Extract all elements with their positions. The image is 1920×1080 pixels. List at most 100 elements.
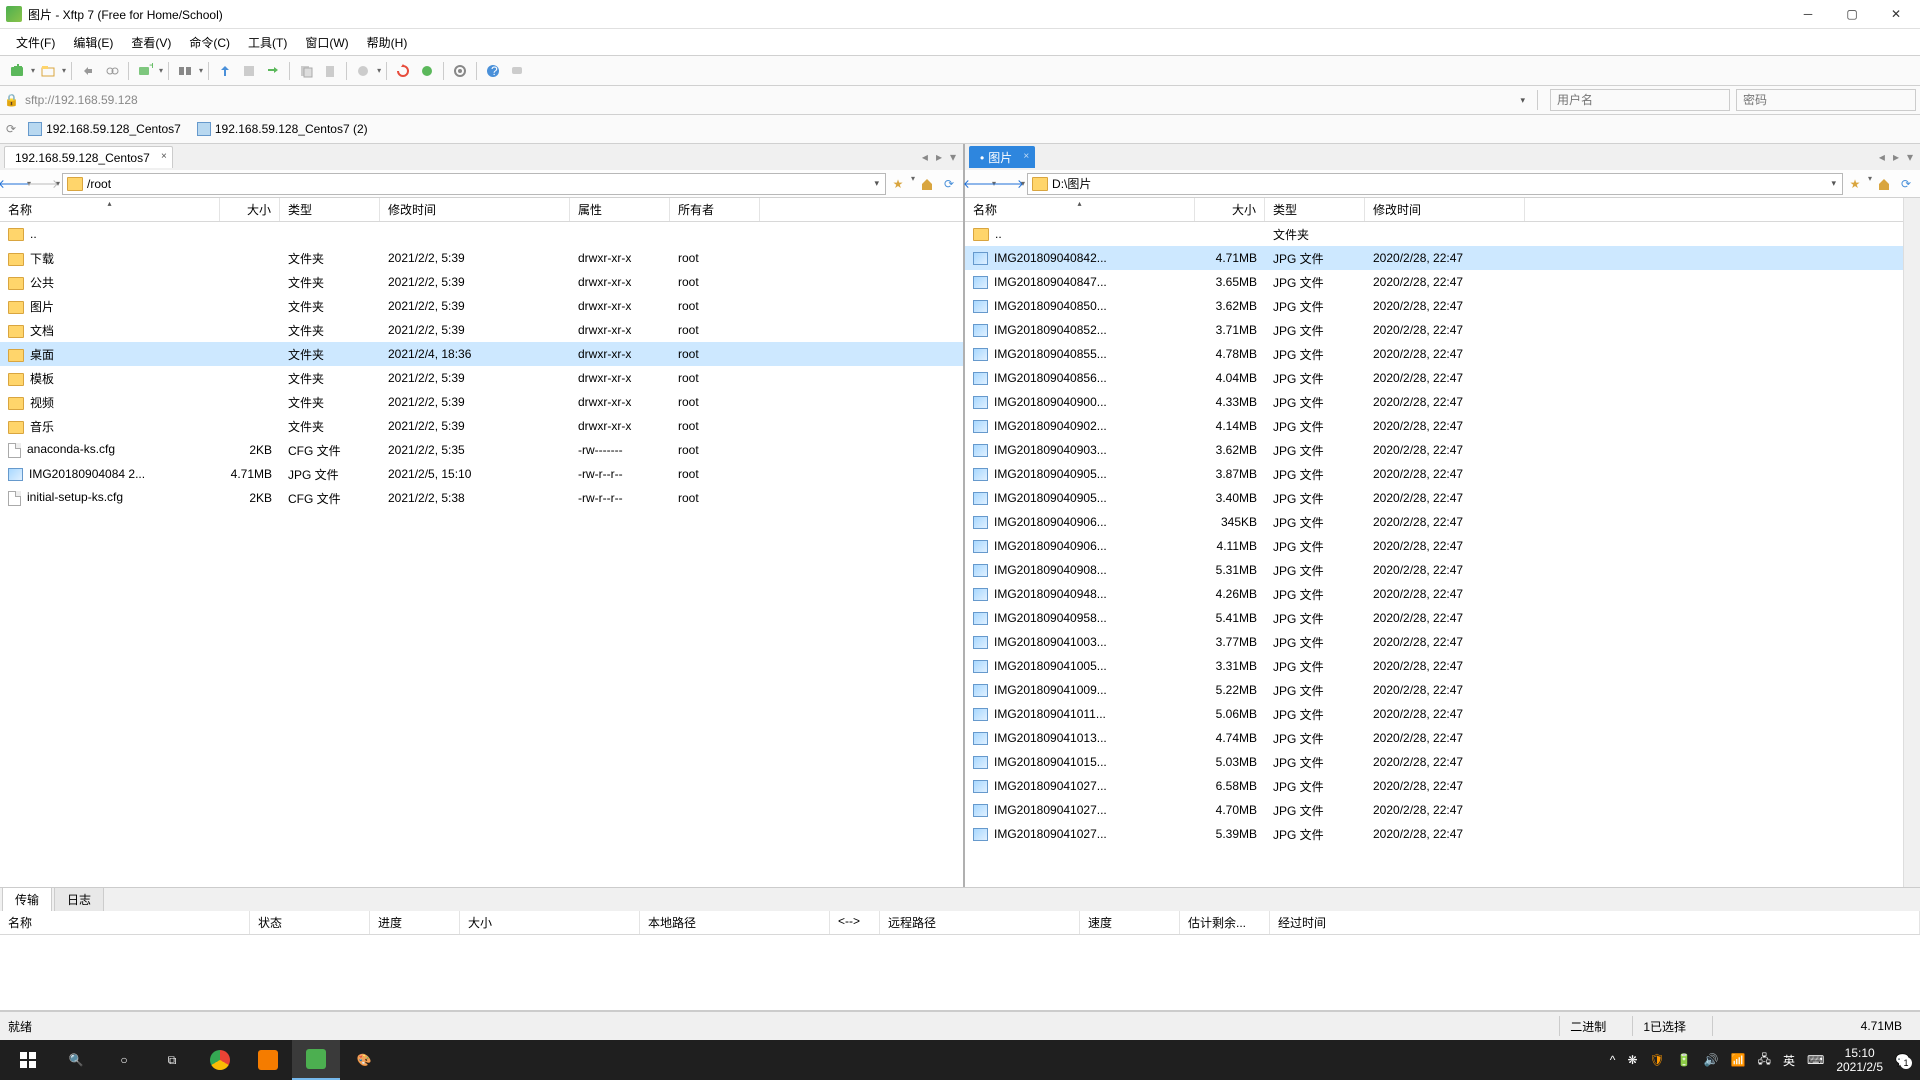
username-input[interactable] xyxy=(1550,89,1730,111)
tcol-local[interactable]: 本地路径 xyxy=(640,911,830,934)
tray-wifi-icon[interactable]: 📶 xyxy=(1731,1053,1746,1067)
file-row[interactable]: IMG201809040852...3.71MBJPG 文件2020/2/28,… xyxy=(965,318,1903,342)
pane-tab[interactable]: 192.168.59.128_Centos7 × xyxy=(4,146,173,168)
sync-button[interactable] xyxy=(262,60,284,82)
file-row[interactable]: ..文件夹 xyxy=(965,222,1903,246)
file-row[interactable]: IMG201809040908...5.31MBJPG 文件2020/2/28,… xyxy=(965,558,1903,582)
col-owner[interactable]: 所有者 xyxy=(670,198,760,221)
col-mtime[interactable]: 修改时间 xyxy=(380,198,570,221)
file-row[interactable]: IMG201809040906...4.11MBJPG 文件2020/2/28,… xyxy=(965,534,1903,558)
tcol-name[interactable]: 名称 xyxy=(0,911,250,934)
tab-menu-icon[interactable]: ▾ xyxy=(947,150,959,164)
tray-network-icon[interactable]: 🖧 xyxy=(1758,1050,1771,1071)
file-row[interactable]: IMG201809040856...4.04MBJPG 文件2020/2/28,… xyxy=(965,366,1903,390)
tab-log[interactable]: 日志 xyxy=(54,887,104,911)
file-row[interactable]: IMG201809040906...345KBJPG 文件2020/2/28, … xyxy=(965,510,1903,534)
app-other[interactable]: 🎨 xyxy=(340,1040,388,1080)
dropdown-icon[interactable]: ▾ xyxy=(199,66,203,75)
file-row[interactable]: IMG201809040905...3.87MBJPG 文件2020/2/28,… xyxy=(965,462,1903,486)
tab-prev-icon[interactable]: ◂ xyxy=(919,150,931,164)
bookmark-button[interactable]: ★ xyxy=(888,174,908,194)
menu-edit[interactable]: 编辑(E) xyxy=(65,31,121,54)
home-button[interactable] xyxy=(1874,174,1894,194)
app-vm[interactable] xyxy=(244,1040,292,1080)
tcol-progress[interactable]: 进度 xyxy=(370,911,460,934)
path-dropdown-icon[interactable]: ▾ xyxy=(1829,178,1838,189)
pane-tab[interactable]: 图片 × xyxy=(969,146,1035,168)
tcol-arrow[interactable]: <--> xyxy=(830,911,880,934)
file-row[interactable]: IMG201809041011...5.06MBJPG 文件2020/2/28,… xyxy=(965,702,1903,726)
settings-button[interactable] xyxy=(449,60,471,82)
col-mtime[interactable]: 修改时间 xyxy=(1365,198,1525,221)
menu-file[interactable]: 文件(F) xyxy=(8,31,63,54)
col-size[interactable]: 大小 xyxy=(1195,198,1265,221)
app-chrome[interactable] xyxy=(196,1040,244,1080)
refresh-green-button[interactable] xyxy=(416,60,438,82)
file-row[interactable]: IMG201809040850...3.62MBJPG 文件2020/2/28,… xyxy=(965,294,1903,318)
paste-button[interactable] xyxy=(319,60,341,82)
disconnect-button[interactable] xyxy=(101,60,123,82)
tab-menu-icon[interactable]: ▾ xyxy=(1904,150,1916,164)
tray-app-icon[interactable]: ❋ xyxy=(1627,1053,1637,1067)
tcol-size[interactable]: 大小 xyxy=(460,911,640,934)
start-button[interactable] xyxy=(4,1040,52,1080)
refresh-red-button[interactable] xyxy=(392,60,414,82)
search-button[interactable]: 🔍 xyxy=(52,1040,100,1080)
file-row[interactable]: anaconda-ks.cfg2KBCFG 文件2021/2/2, 5:35-r… xyxy=(0,438,963,462)
file-row[interactable]: IMG201809040905...3.40MBJPG 文件2020/2/28,… xyxy=(965,486,1903,510)
upload-button[interactable] xyxy=(214,60,236,82)
minimize-button[interactable]: ─ xyxy=(1800,6,1816,22)
col-name[interactable]: 名称▴ xyxy=(0,198,220,221)
forward-button[interactable]: 🡒 xyxy=(998,174,1018,194)
tile-button[interactable] xyxy=(174,60,196,82)
file-row[interactable]: IMG201809040842...4.71MBJPG 文件2020/2/28,… xyxy=(965,246,1903,270)
col-name[interactable]: 名称▴ xyxy=(965,198,1195,221)
remote-file-list[interactable]: ..下载文件夹2021/2/2, 5:39drwxr-xr-xroot公共文件夹… xyxy=(0,222,963,887)
file-row[interactable]: IMG201809041015...5.03MBJPG 文件2020/2/28,… xyxy=(965,750,1903,774)
file-row[interactable]: .. xyxy=(0,222,963,246)
download-button[interactable] xyxy=(238,60,260,82)
tab-next-icon[interactable]: ▸ xyxy=(1890,150,1902,164)
close-button[interactable]: ✕ xyxy=(1888,6,1904,22)
file-row[interactable]: IMG201809041027...6.58MBJPG 文件2020/2/28,… xyxy=(965,774,1903,798)
tray-ime2[interactable]: ⌨ xyxy=(1807,1053,1824,1067)
file-row[interactable]: initial-setup-ks.cfg2KBCFG 文件2021/2/2, 5… xyxy=(0,486,963,510)
tcol-speed[interactable]: 速度 xyxy=(1080,911,1180,934)
col-size[interactable]: 大小 xyxy=(220,198,280,221)
file-row[interactable]: 视频文件夹2021/2/2, 5:39drwxr-xr-xroot xyxy=(0,390,963,414)
menu-help[interactable]: 帮助(H) xyxy=(359,31,416,54)
file-row[interactable]: IMG201809041003...3.77MBJPG 文件2020/2/28,… xyxy=(965,630,1903,654)
path-dropdown-icon[interactable]: ▾ xyxy=(872,178,881,189)
file-row[interactable]: IMG201809040847...3.65MBJPG 文件2020/2/28,… xyxy=(965,270,1903,294)
refresh-button[interactable]: ⟳ xyxy=(939,174,959,194)
tab-transfer[interactable]: 传输 xyxy=(2,887,52,911)
session-tab[interactable]: 192.168.59.128_Centos7 (2) xyxy=(193,120,372,138)
file-row[interactable]: 公共文件夹2021/2/2, 5:39drwxr-xr-xroot xyxy=(0,270,963,294)
chat-button[interactable] xyxy=(506,60,528,82)
file-row[interactable]: 文档文件夹2021/2/2, 5:39drwxr-xr-xroot xyxy=(0,318,963,342)
file-row[interactable]: IMG201809041027...5.39MBJPG 文件2020/2/28,… xyxy=(965,822,1903,846)
password-input[interactable] xyxy=(1736,89,1916,111)
tray-security-icon[interactable]: 🛡 xyxy=(1650,1053,1665,1067)
address-dropdown[interactable]: ▾ xyxy=(1520,95,1525,106)
dropdown-icon[interactable]: ▾ xyxy=(377,66,381,75)
tcol-eta[interactable]: 估计剩余... xyxy=(1180,911,1270,934)
tray-battery-icon[interactable]: 🔋 xyxy=(1677,1053,1692,1067)
path-input[interactable] xyxy=(87,177,868,191)
bookmark-button[interactable]: ★ xyxy=(1845,174,1865,194)
refresh-button[interactable]: ⟳ xyxy=(1896,174,1916,194)
session-tab[interactable]: 192.168.59.128_Centos7 xyxy=(24,120,185,138)
close-tab-icon[interactable]: × xyxy=(1023,151,1029,162)
clock[interactable]: 15:10 2021/2/5 xyxy=(1836,1046,1883,1075)
file-row[interactable]: IMG201809041013...4.74MBJPG 文件2020/2/28,… xyxy=(965,726,1903,750)
help-button[interactable]: ? xyxy=(482,60,504,82)
close-tab-icon[interactable]: × xyxy=(161,151,167,162)
tray-volume-icon[interactable]: 🔊 xyxy=(1704,1053,1719,1067)
file-row[interactable]: IMG201809040903...3.62MBJPG 文件2020/2/28,… xyxy=(965,438,1903,462)
file-row[interactable]: 下载文件夹2021/2/2, 5:39drwxr-xr-xroot xyxy=(0,246,963,270)
col-type[interactable]: 类型 xyxy=(1265,198,1365,221)
address-input[interactable] xyxy=(25,93,1515,107)
file-row[interactable]: IMG201809040902...4.14MBJPG 文件2020/2/28,… xyxy=(965,414,1903,438)
scrollbar[interactable] xyxy=(1903,198,1920,887)
file-row[interactable]: IMG201809040855...4.78MBJPG 文件2020/2/28,… xyxy=(965,342,1903,366)
